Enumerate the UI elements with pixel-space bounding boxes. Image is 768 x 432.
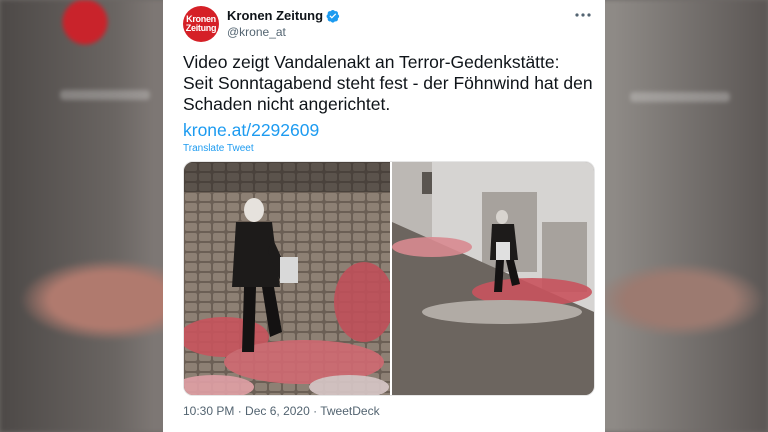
tweet-date[interactable]: Dec 6, 2020 [245, 404, 310, 418]
tweet-time[interactable]: 10:30 PM [183, 404, 234, 418]
author-name[interactable]: Kronen Zeitung [227, 8, 323, 23]
more-options-icon[interactable] [573, 8, 593, 22]
tweet-card: Kronen Zeitung Kronen Zeitung @krone_at … [163, 0, 605, 432]
media-image-right[interactable] [392, 162, 594, 395]
avatar-text-line2: Zeitung [185, 23, 217, 33]
avatar[interactable]: Kronen Zeitung [183, 6, 219, 42]
media-image-left[interactable] [184, 162, 390, 395]
verified-badge-icon [326, 9, 340, 23]
tweet-text: Video zeigt Vandalenakt an Terror-Gedenk… [183, 52, 593, 114]
meta-separator-1: · [234, 404, 246, 418]
author-handle[interactable]: @krone_at [227, 25, 340, 39]
meta-separator-2: · [309, 404, 321, 418]
tweet-source[interactable]: TweetDeck [320, 404, 379, 418]
tweet-meta: 10:30 PM · Dec 6, 2020 · TweetDeck [183, 404, 380, 418]
author-name-row: Kronen Zeitung [227, 8, 340, 23]
translate-tweet-link[interactable]: Translate Tweet [183, 143, 254, 154]
tweet-header: Kronen Zeitung Kronen Zeitung @krone_at [183, 6, 593, 42]
tweet-link[interactable]: krone.at/2292609 [183, 120, 319, 141]
author-block: Kronen Zeitung @krone_at [227, 8, 340, 39]
tweet-media[interactable] [183, 161, 595, 396]
